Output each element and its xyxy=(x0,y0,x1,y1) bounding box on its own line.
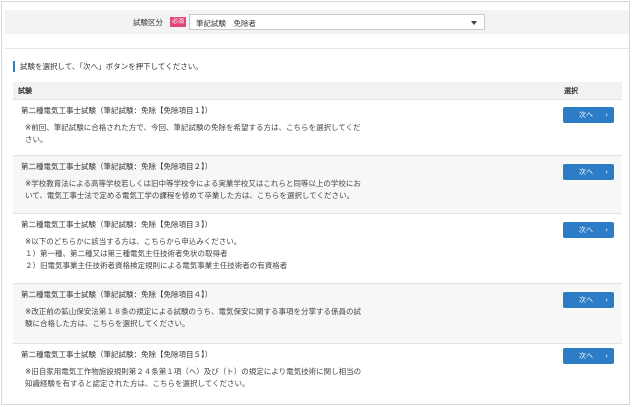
exam-description-line: 知識経験を有すると認定された方は、こちらを選択してください。 xyxy=(25,379,250,388)
chevron-right-icon: › xyxy=(605,226,608,234)
exam-category-label: 試験区分 xyxy=(133,18,163,27)
exam-description-line: ※前回、筆記試験に合格された方で、今回、筆記試験の免除を希望する方は、こちらを選… xyxy=(25,123,361,132)
chevron-right-icon: › xyxy=(605,296,608,304)
chevron-right-icon: › xyxy=(605,111,608,119)
chevron-right-icon: › xyxy=(605,352,608,360)
next-button[interactable]: 次へ › xyxy=(563,107,614,123)
exam-category-filter: 試験区分 必須 筆記試験 免除者 xyxy=(5,10,629,34)
next-button-label: 次へ xyxy=(579,168,593,176)
exam-description-line: ※改正前の鉱山保安法第１８条の規定による試験のうち、電気保安に関する事項を分掌す… xyxy=(25,307,362,316)
next-button-label: 次へ xyxy=(579,226,593,234)
exam-description: ※改正前の鉱山保安法第１８条の規定による試験のうち、電気保安に関する事項を分掌す… xyxy=(25,306,435,330)
exam-description: ※旧自家用電気工作物施設規則第２４条第１項（ヘ）及び（ト）の規定により電気技術に… xyxy=(25,366,435,390)
exam-title: 第二種電気工事士試験（筆記試験：免除【免除項目２】） xyxy=(21,162,213,171)
next-button[interactable]: 次へ › xyxy=(563,164,614,180)
exam-row: 第二種電気工事士試験（筆記試験：免除【免除項目１】） ※前回、筆記試験に合格され… xyxy=(13,99,622,155)
exam-title: 第二種電気工事士試験（筆記試験：免除【免除項目５】） xyxy=(21,350,213,359)
exam-description-line: ※旧自家用電気工作物施設規則第２４条第１項（ヘ）及び（ト）の規定により電気技術に… xyxy=(25,367,362,376)
caret-down-icon xyxy=(471,21,477,25)
exam-description-line: さい。 xyxy=(25,135,48,144)
required-badge: 必須 xyxy=(170,17,187,27)
exam-title: 第二種電気工事士試験（筆記試験：免除【免除項目４】） xyxy=(21,290,213,299)
exam-category-select[interactable]: 筆記試験 免除者 xyxy=(189,14,485,30)
next-button-label: 次へ xyxy=(579,111,593,119)
exam-description-line: １）第一種、第二種又は第三種電気主任技術者免状の取得者 xyxy=(25,249,228,258)
instruction-text: 試験を選択して、「次へ」ボタンを押下してください。 xyxy=(13,61,203,72)
exam-row: 第二種電気工事士試験（筆記試験：免除【免除項目４】） ※改正前の鉱山保安法第１８… xyxy=(13,283,622,343)
column-header-select: 選択 xyxy=(564,87,578,95)
exam-title: 第二種電気工事士試験（筆記試験：免除【免除項目３】） xyxy=(21,220,213,229)
next-button[interactable]: 次へ › xyxy=(563,348,614,364)
exam-row: 第二種電気工事士試験（筆記試験：免除【免除項目３】） ※以下のどちらかに該当する… xyxy=(13,213,622,283)
exam-category-selected-value: 筆記試験 免除者 xyxy=(196,19,256,28)
page-frame: 試験区分 必須 筆記試験 免除者 試験を選択して、「次へ」ボタンを押下してくださ… xyxy=(1,1,630,405)
exam-description-line: 験に合格した方は、こちらを選択してください。 xyxy=(25,319,190,328)
exam-description: ※以下のどちらかに該当する方は、こちらから申込みください。 １）第一種、第二種又… xyxy=(25,236,435,272)
exam-description: ※前回、筆記試験に合格された方で、今回、筆記試験の免除を希望する方は、こちらを選… xyxy=(25,122,435,146)
chevron-right-icon: › xyxy=(605,168,608,176)
exam-description-line: いて、電気工事士法で定める電気工学の課程を修めて卒業した方は、こちらを選択してく… xyxy=(25,191,354,200)
exam-description-line: ２）旧電気事業主任技術者資格検定規則による電気事業主任技術者の有資格者 xyxy=(25,261,288,270)
exam-table-header: 試験 選択 xyxy=(13,82,622,99)
exam-title: 第二種電気工事士試験（筆記試験：免除【免除項目１】） xyxy=(21,106,213,115)
exam-description-line: ※学校教育法による高等学校若しくは旧中等学校令による実業学校又はこれらと同等以上… xyxy=(25,179,361,188)
exam-description: ※学校教育法による高等学校若しくは旧中等学校令による実業学校又はこれらと同等以上… xyxy=(25,178,435,202)
next-button[interactable]: 次へ › xyxy=(563,222,614,238)
section-divider xyxy=(5,48,629,49)
exam-description-line: ※以下のどちらかに該当する方は、こちらから申込みください。 xyxy=(25,237,242,246)
column-header-exam: 試験 xyxy=(18,87,32,95)
next-button[interactable]: 次へ › xyxy=(563,292,614,308)
next-button-label: 次へ xyxy=(579,296,593,304)
exam-row: 第二種電気工事士試験（筆記試験：免除【免除項目５】） ※旧自家用電気工作物施設規… xyxy=(13,343,622,399)
exam-row: 第二種電気工事士試験（筆記試験：免除【免除項目２】） ※学校教育法による高等学校… xyxy=(13,155,622,213)
next-button-label: 次へ xyxy=(579,352,593,360)
